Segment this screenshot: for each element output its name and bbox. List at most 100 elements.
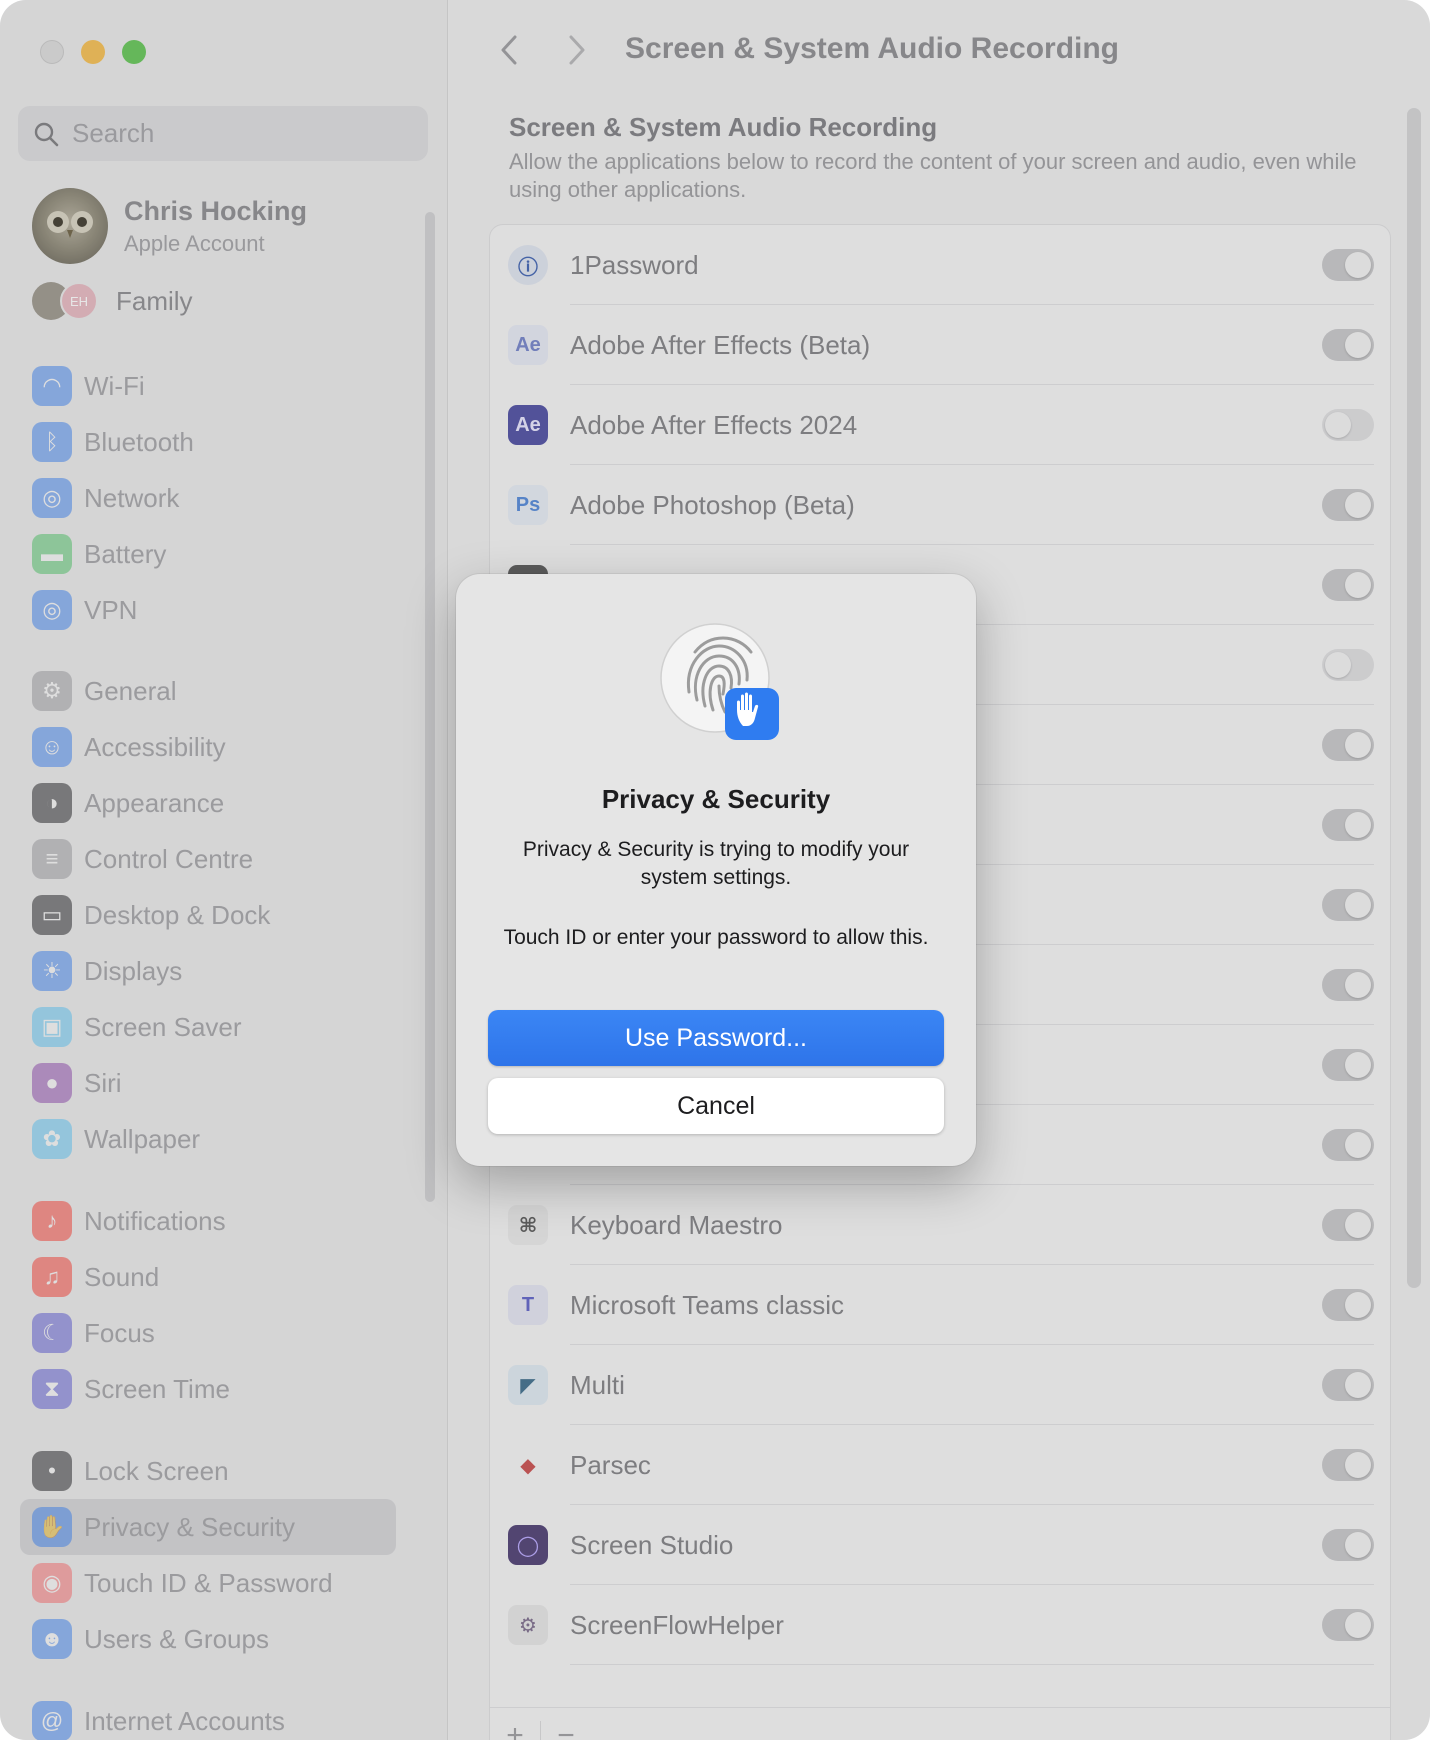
sidebar-item-siri[interactable]: ● Siri (20, 1055, 396, 1111)
permission-toggle[interactable] (1322, 1049, 1374, 1081)
sidebar-item-desktop-dock[interactable]: ▭ Desktop & Dock (20, 887, 396, 943)
window-title: Screen & System Audio Recording (625, 32, 1120, 65)
app-row-screenflowhelper: ⚙ ScreenFlowHelper (490, 1585, 1390, 1665)
owl-avatar-icon (47, 211, 93, 238)
sidebar-item-lock-screen[interactable]: • Lock Screen (20, 1443, 396, 1499)
system-settings-window: Chris Hocking Apple Account EH Family ◠ W… (0, 0, 1430, 1740)
forward-button[interactable] (557, 30, 597, 70)
sidebar-item-screen-time[interactable]: ⧗ Screen Time (20, 1361, 396, 1417)
permission-toggle[interactable] (1322, 1529, 1374, 1561)
use-password-button[interactable]: Use Password... (488, 1010, 944, 1066)
control-centre-icon: ≡ (32, 839, 72, 879)
sidebar-item-label: Displays (84, 955, 183, 986)
sidebar-item-privacy-security[interactable]: ✋ Privacy & Security (20, 1499, 396, 1555)
app-name: Parsec (570, 1449, 651, 1480)
main-scrollbar[interactable] (1407, 108, 1421, 1288)
appearance-icon: ◑ (32, 783, 72, 823)
permission-toggle[interactable] (1322, 889, 1374, 921)
speaker-icon: ♫ (32, 1257, 72, 1297)
app-row-microsoft-teams-classic: T Microsoft Teams classic (490, 1265, 1390, 1345)
family-row[interactable]: EH Family (32, 282, 193, 320)
zoom-window-button[interactable] (122, 40, 146, 64)
sidebar-item-touch-id-password[interactable]: ◉ Touch ID & Password (20, 1555, 396, 1611)
app-row-adobe-after-effects-2024: Ae Adobe After Effects 2024 (490, 385, 1390, 465)
sidebar-item-internet-accounts[interactable]: @ Internet Accounts (20, 1693, 396, 1740)
sidebar-item-wi-fi[interactable]: ◠ Wi-Fi (20, 358, 396, 414)
window-controls (40, 40, 146, 64)
sidebar-item-label: Sound (84, 1261, 160, 1292)
sidebar-item-wallpaper[interactable]: ✿ Wallpaper (20, 1111, 396, 1167)
permission-toggle[interactable] (1322, 1289, 1374, 1321)
sidebar-item-label: Touch ID & Password (84, 1567, 333, 1598)
permission-toggle[interactable] (1322, 729, 1374, 761)
permission-toggle[interactable] (1322, 809, 1374, 841)
sidebar-item-battery[interactable]: ▬ Battery (20, 526, 396, 582)
sidebar-item-label: Battery (84, 538, 167, 569)
search-input[interactable] (72, 118, 392, 149)
remove-app-button[interactable]: − (541, 1719, 591, 1740)
permission-toggle[interactable] (1322, 489, 1374, 521)
sidebar-item-vpn[interactable]: ◎ VPN (20, 582, 396, 638)
accessibility-icon: ☺ (32, 727, 72, 767)
app-name: Microsoft Teams classic (570, 1289, 845, 1320)
permission-toggle[interactable] (1322, 569, 1374, 601)
app-icon: ⚙ (508, 1605, 548, 1645)
row-separator (570, 1664, 1374, 1665)
list-footer: + − (490, 1707, 1390, 1740)
app-row-multi: ◤ Multi (490, 1345, 1390, 1425)
app-icon: Ae (508, 325, 548, 365)
sidebar-item-label: Users & Groups (84, 1623, 269, 1654)
sidebar-item-label: VPN (84, 594, 138, 625)
app-name: ScreenFlowHelper (570, 1609, 784, 1640)
sidebar-item-label: Screen Saver (84, 1011, 242, 1042)
users-icon: ☻ (32, 1619, 72, 1659)
sidebar-item-screen-saver[interactable]: ▣ Screen Saver (20, 999, 396, 1055)
sidebar-item-general[interactable]: ⚙ General (20, 663, 396, 719)
permission-toggle[interactable] (1322, 969, 1374, 1001)
app-row-adobe-photoshop-beta: Ps Adobe Photoshop (Beta) (490, 465, 1390, 545)
app-row-keyboard-maestro: ⌘ Keyboard Maestro (490, 1185, 1390, 1265)
app-row-adobe-after-effects-beta: Ae Adobe After Effects (Beta) (490, 305, 1390, 385)
sidebar-item-notifications[interactable]: ♪ Notifications (20, 1193, 396, 1249)
sidebar-item-control-centre[interactable]: ≡ Control Centre (20, 831, 396, 887)
minimize-window-button[interactable] (81, 40, 105, 64)
add-app-button[interactable]: + (490, 1719, 540, 1740)
search-icon (34, 122, 59, 146)
permission-toggle[interactable] (1322, 409, 1374, 441)
app-icon: ◯ (508, 1525, 548, 1565)
app-name: Keyboard Maestro (570, 1209, 783, 1240)
sidebar-item-label: Screen Time (84, 1373, 230, 1404)
sidebar-item-sound[interactable]: ♫ Sound (20, 1249, 396, 1305)
vpn-globe-icon: ◎ (32, 590, 72, 630)
sidebar-item-bluetooth[interactable]: ᛒ Bluetooth (20, 414, 396, 470)
screen-saver-icon: ▣ (32, 1007, 72, 1047)
sidebar-item-displays[interactable]: ☀ Displays (20, 943, 396, 999)
sidebar-item-users-groups[interactable]: ☻ Users & Groups (20, 1611, 396, 1667)
sidebar-item-focus[interactable]: ☾ Focus (20, 1305, 396, 1361)
permission-toggle[interactable] (1322, 249, 1374, 281)
back-button[interactable] (489, 30, 529, 70)
permission-toggle[interactable] (1322, 1609, 1374, 1641)
app-row-parsec: ◆ Parsec (490, 1425, 1390, 1505)
sidebar-scrollbar[interactable] (425, 212, 435, 1202)
cancel-button[interactable]: Cancel (488, 1078, 944, 1134)
close-window-button[interactable] (40, 40, 64, 64)
permission-toggle[interactable] (1322, 1449, 1374, 1481)
search-field[interactable] (18, 106, 428, 161)
sidebar-item-appearance[interactable]: ◑ Appearance (20, 775, 396, 831)
permission-toggle[interactable] (1322, 1209, 1374, 1241)
app-icon: ◆ (520, 1454, 536, 1477)
avatar (32, 188, 108, 264)
permission-toggle[interactable] (1322, 649, 1374, 681)
sidebar-item-accessibility[interactable]: ☺ Accessibility (20, 719, 396, 775)
permission-toggle[interactable] (1322, 329, 1374, 361)
bell-icon: ♪ (32, 1201, 72, 1241)
sidebar-item-network[interactable]: ◎ Network (20, 470, 396, 526)
app-name: Adobe Photoshop (Beta) (570, 489, 855, 520)
permission-toggle[interactable] (1322, 1129, 1374, 1161)
sidebar-item-label: Desktop & Dock (84, 899, 271, 930)
account-name: Chris Hocking (124, 195, 308, 226)
apple-account-row[interactable]: Chris Hocking Apple Account (32, 188, 307, 264)
sidebar-item-label: Wallpaper (84, 1123, 201, 1154)
permission-toggle[interactable] (1322, 1369, 1374, 1401)
